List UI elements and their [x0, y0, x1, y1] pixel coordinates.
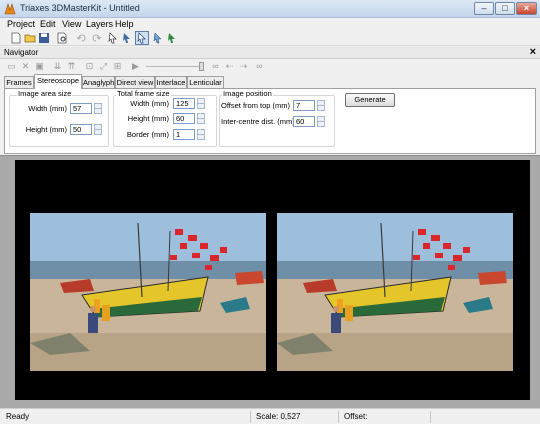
zoom-tool-icon[interactable]	[152, 32, 164, 44]
image-height-label: Height (mm)	[25, 125, 67, 134]
offset-label: Offset from top (mm)	[221, 101, 291, 110]
link-icon[interactable]: ∞	[210, 61, 221, 72]
frame-slider[interactable]	[146, 66, 202, 67]
frame-slider-thumb[interactable]	[199, 62, 204, 71]
image-area-title: Image area size	[17, 89, 73, 98]
print-preview-icon[interactable]	[56, 32, 68, 44]
left-stereo-image	[30, 213, 266, 371]
image-height-input[interactable]	[70, 124, 92, 135]
tab-frames[interactable]: Frames	[4, 76, 34, 88]
minimize-button[interactable]: –	[474, 2, 494, 15]
save-image-icon[interactable]: ▣	[34, 61, 45, 72]
menu-project[interactable]: Project	[7, 19, 35, 29]
intercentre-input[interactable]	[293, 116, 315, 127]
undo-icon[interactable]	[76, 32, 88, 44]
pan-tool-icon[interactable]	[121, 32, 133, 44]
frame-width-spinner[interactable]	[197, 98, 205, 109]
play-icon[interactable]: ▶	[130, 61, 141, 72]
maximize-button[interactable]: □	[495, 2, 515, 15]
tab-anaglyph[interactable]: Anaglyph	[82, 76, 115, 88]
select-tool-icon[interactable]	[135, 31, 149, 45]
prev-frame-icon[interactable]: ⇠	[224, 61, 235, 72]
navigator-toolbar: ▭ ✕ ▣ ⇊ ⇈ ⊡ ⤢ ⊞ ▶ ∞ ⇠ ⇢ ∞	[0, 59, 540, 73]
image-position-title: Image position	[222, 89, 273, 98]
right-stereo-image	[277, 213, 513, 371]
frame-height-input[interactable]	[173, 113, 195, 124]
main-toolbar	[0, 30, 540, 46]
loop-icon[interactable]: ∞	[254, 61, 265, 72]
grid-icon[interactable]: ⊞	[112, 61, 123, 72]
pointer-tool-icon[interactable]	[107, 32, 119, 44]
menu-edit[interactable]: Edit	[40, 19, 56, 29]
menu-layers[interactable]: Layers	[86, 19, 113, 29]
frame-width-input[interactable]	[173, 98, 195, 109]
navigator-header: Navigator ×	[0, 46, 540, 59]
image-width-spinner[interactable]	[94, 103, 102, 114]
tab-interlace[interactable]: Interlace	[155, 76, 187, 88]
menu-help[interactable]: Help	[115, 19, 134, 29]
image-width-input[interactable]	[70, 103, 92, 114]
intercentre-spinner[interactable]	[317, 116, 325, 127]
border-spinner[interactable]	[197, 129, 205, 140]
close-button[interactable]: ×	[516, 2, 537, 15]
offset-spinner[interactable]	[317, 100, 325, 111]
total-frame-title: Total frame size	[116, 89, 171, 98]
stereo-frame-canvas	[15, 160, 530, 400]
navigator-title: Navigator	[4, 48, 39, 57]
window-title: Triaxes 3DMasterKit - Untitled	[20, 3, 140, 13]
redo-icon[interactable]	[90, 32, 102, 44]
status-ready: Ready	[6, 412, 30, 421]
open-image-icon[interactable]: ▭	[6, 61, 17, 72]
stereoscope-settings-panel: Image area size Width (mm) Height (mm) T…	[4, 88, 536, 154]
status-bar: Ready Scale: 0,527 Offset:	[0, 408, 540, 424]
expand-icon[interactable]: ⤢	[98, 61, 109, 72]
delete-icon[interactable]: ✕	[20, 61, 31, 72]
status-offset: Offset:	[344, 412, 368, 421]
new-file-icon[interactable]	[10, 32, 22, 44]
frame-height-label: Height (mm)	[127, 114, 169, 123]
status-divider	[250, 411, 251, 423]
status-divider	[338, 411, 339, 423]
image-height-spinner[interactable]	[94, 124, 102, 135]
border-input[interactable]	[173, 129, 195, 140]
generate-button[interactable]: Generate	[345, 93, 395, 107]
preview-viewport[interactable]	[0, 155, 540, 408]
frame-height-spinner[interactable]	[197, 113, 205, 124]
move-layer-icon[interactable]	[166, 32, 178, 44]
status-scale: Scale: 0,527	[256, 412, 301, 421]
menu-view[interactable]: View	[62, 19, 81, 29]
intercentre-label: Inter-centre dist. (mm)	[221, 117, 295, 126]
offset-input[interactable]	[293, 100, 315, 111]
fit-icon[interactable]: ⊡	[84, 61, 95, 72]
move-up-icon[interactable]: ⇈	[66, 61, 77, 72]
tab-lenticular[interactable]: Lenticular	[187, 76, 224, 88]
save-icon[interactable]	[38, 32, 50, 44]
tab-stereoscope[interactable]: Stereoscope	[34, 74, 82, 89]
open-folder-icon[interactable]	[24, 32, 36, 44]
status-divider	[430, 411, 431, 423]
title-bar: Triaxes 3DMasterKit - Untitled – □ ×	[0, 0, 540, 18]
tab-direct-view[interactable]: Direct view	[115, 76, 155, 88]
image-width-label: Width (mm)	[28, 104, 67, 113]
app-logo-icon	[4, 3, 16, 15]
border-label: Border (mm)	[126, 130, 169, 139]
frame-width-label: Width (mm)	[130, 99, 169, 108]
next-frame-icon[interactable]: ⇢	[238, 61, 249, 72]
navigator-close-icon[interactable]: ×	[530, 46, 536, 58]
move-down-icon[interactable]: ⇊	[52, 61, 63, 72]
menu-bar: Project Edit View Layers Help	[0, 18, 540, 30]
